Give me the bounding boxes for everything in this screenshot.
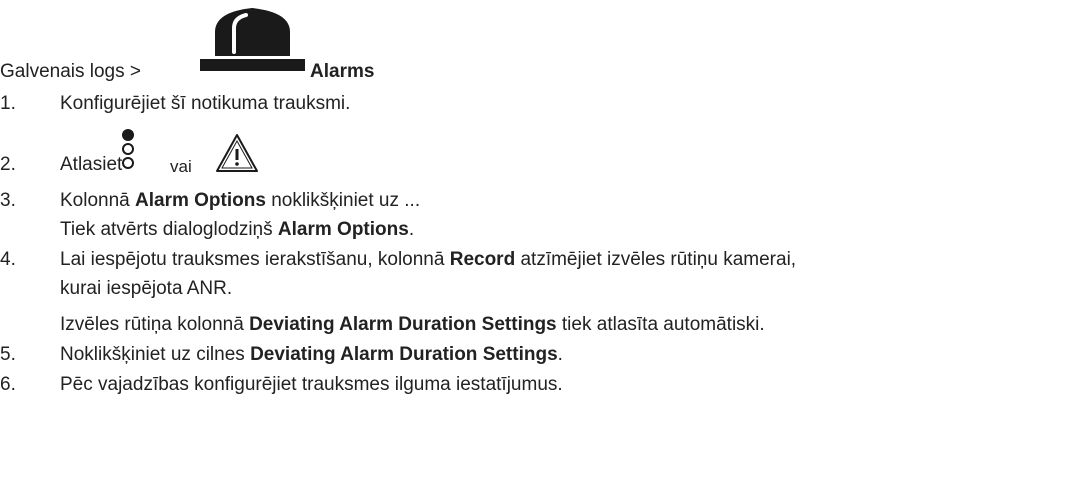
alarm-states-icon — [121, 128, 135, 172]
step-text: Izvēles rūtiņa kolonnā — [60, 314, 244, 335]
document-page: { "breadcrumb": { "prefix": "Galvenais l… — [0, 0, 1066, 480]
step-text: Konfigurējiet šī notikuma trauksmi. — [60, 93, 351, 114]
step-text: noklikšķiniet uz ... — [271, 190, 421, 211]
step-text: Noklikšķiniet uz cilnes — [60, 344, 245, 365]
warning-triangle-icon — [214, 132, 260, 174]
step-number: 3. — [0, 190, 16, 211]
step-text: Tiek atvērts dialoglodziņš — [60, 219, 273, 240]
breadcrumb-prefix: Galvenais logs > — [0, 61, 141, 82]
breadcrumb-current: Alarms — [310, 61, 375, 82]
step-text: atzīmējiet izvēles rūtiņu kamerai, — [520, 249, 797, 270]
step-text: . — [557, 344, 563, 365]
step-number: 5. — [0, 344, 16, 365]
step-number: 1. — [0, 93, 16, 114]
step-text: Kolonnā — [60, 190, 130, 211]
step-number: 4. — [0, 249, 16, 270]
ui-term: Alarm Options — [277, 219, 409, 240]
ui-term: Deviating Alarm Duration Settings — [250, 344, 558, 365]
step-text: . — [408, 219, 415, 240]
step-text: Lai iespējotu trauksmes ierakstīšanu, ko… — [60, 249, 445, 270]
ui-term: Alarm Options — [135, 190, 266, 211]
step-number: 6. — [0, 374, 16, 395]
ui-term: Record — [449, 249, 516, 270]
ui-term: Deviating Alarm Duration Settings — [249, 314, 557, 335]
breadcrumb: Galvenais logs > Alarms — [0, 60, 374, 84]
step-text: Pēc vajadzības konfigurējiet trauksmes i… — [60, 374, 563, 395]
step-text: kurai iespējota ANR. — [60, 278, 233, 299]
step-text-or: vai — [170, 157, 192, 176]
step-text: tiek atlasīta automātiski. — [561, 314, 765, 335]
alarm-icon — [200, 2, 305, 72]
step-text: Atlasiet — [60, 154, 123, 175]
step-number: 2. — [0, 154, 16, 175]
